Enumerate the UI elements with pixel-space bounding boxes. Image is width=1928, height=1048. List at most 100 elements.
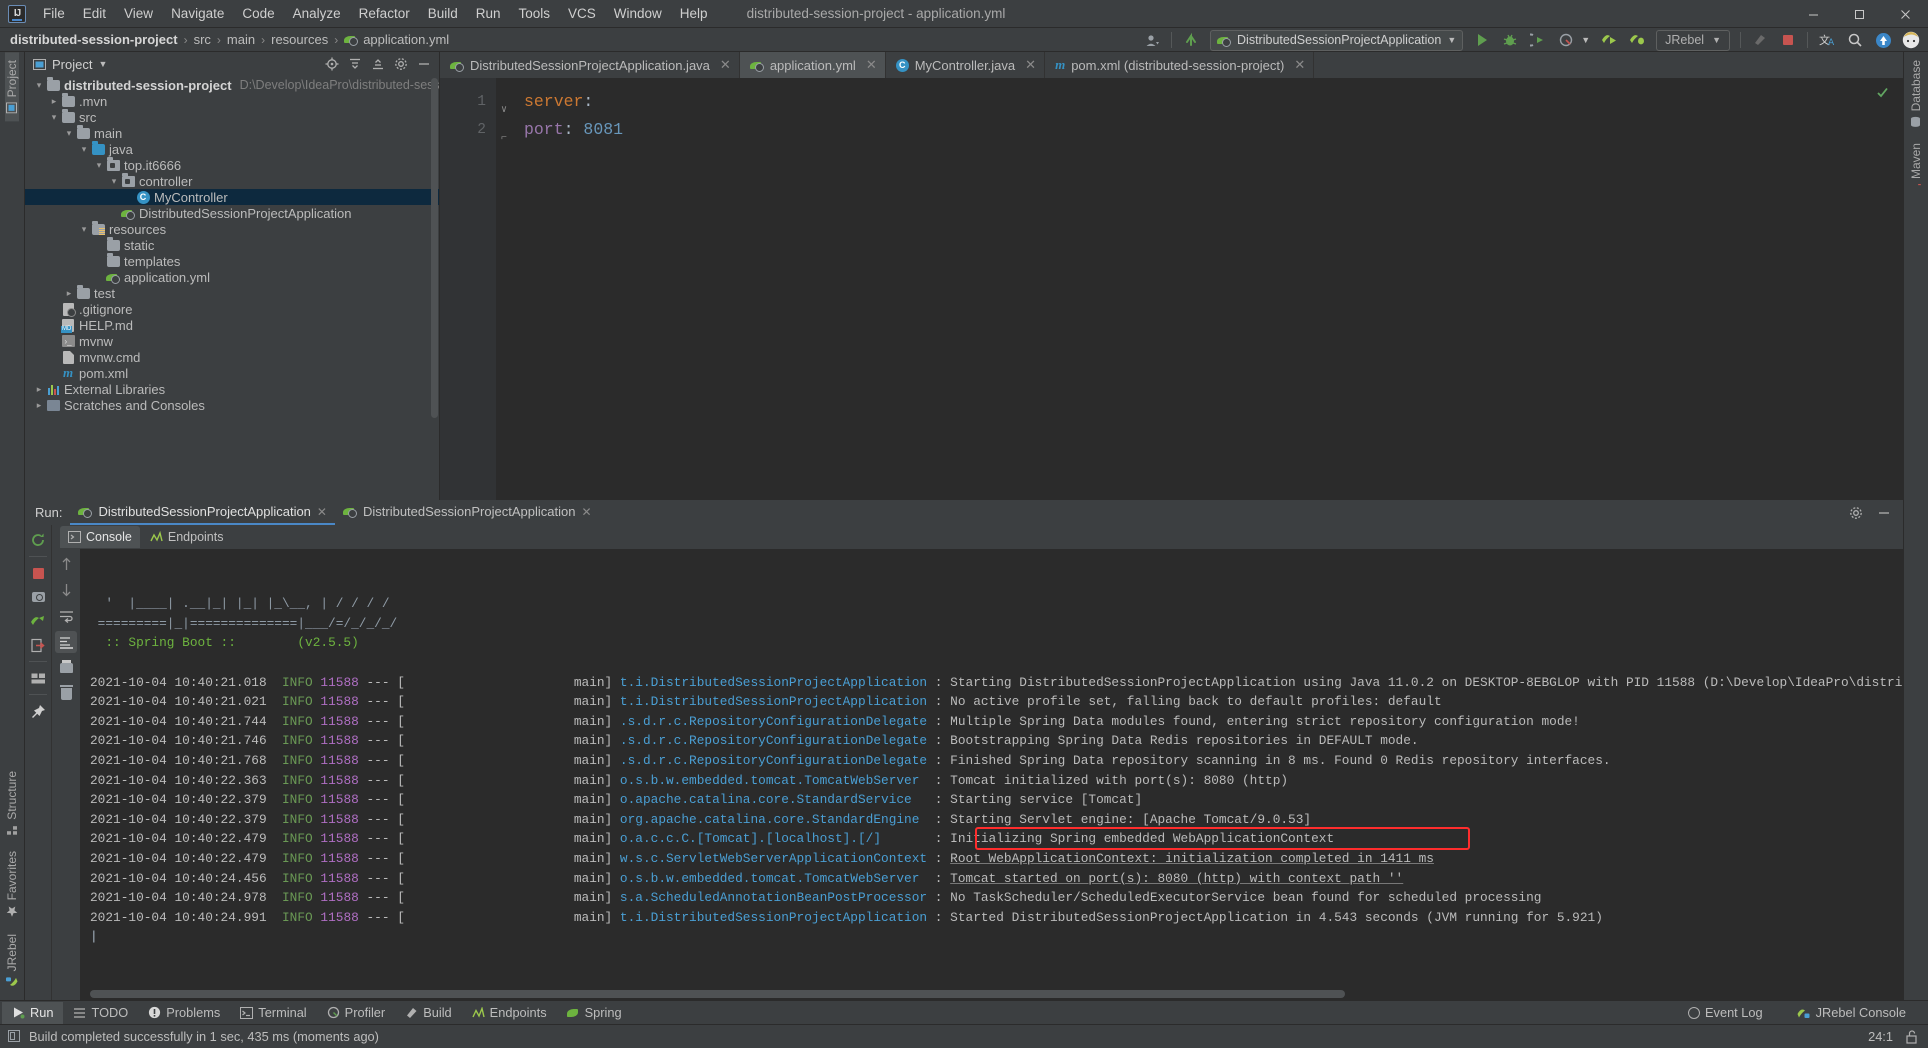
sidebar-item-structure[interactable]: Structure <box>5 763 19 844</box>
caret-position[interactable]: 24:1 <box>1868 1029 1893 1044</box>
chevron-down-icon[interactable]: ▾ <box>78 144 90 155</box>
search-icon[interactable] <box>1842 29 1868 51</box>
fold-marker-icon[interactable]: ∨ <box>498 97 507 116</box>
hide-panel-icon[interactable] <box>413 54 435 74</box>
tree-node-static[interactable]: static <box>25 236 439 253</box>
menu-run[interactable]: Run <box>467 2 510 25</box>
menu-analyze[interactable]: Analyze <box>284 2 350 25</box>
settings-gear-icon[interactable] <box>1843 502 1869 524</box>
build-project-icon[interactable] <box>1747 29 1773 51</box>
tree-node-scratches-and-consoles[interactable]: ▸ Scratches and Consoles <box>25 397 439 413</box>
console-horizontal-scrollbar[interactable] <box>90 990 1345 998</box>
expand-all-icon[interactable] <box>367 54 389 74</box>
unlocked-icon[interactable] <box>1905 1029 1918 1044</box>
tree-node-mvn[interactable]: ▸ .mvn <box>25 92 439 109</box>
close-icon[interactable]: ✕ <box>581 505 591 519</box>
tab-endpoints[interactable]: Endpoints <box>142 526 232 548</box>
sidebar-item-favorites[interactable]: Favorites <box>5 843 19 925</box>
tree-node-pom-xml[interactable]: m pom.xml <box>25 365 439 381</box>
run-tab-0[interactable]: DistributedSessionProjectApplication ✕ <box>70 500 335 525</box>
tree-node-distributed-session-project[interactable]: ▾ distributed-session-project D:\Develop\I… <box>25 76 439 93</box>
close-button[interactable] <box>1882 0 1928 28</box>
update-project-icon[interactable] <box>1870 29 1896 51</box>
menu-build[interactable]: Build <box>419 2 467 25</box>
tab-pom-xml[interactable]: m pom.xml (distributed-session-project) … <box>1045 52 1315 78</box>
chevron-down-icon[interactable]: ▾ <box>33 80 45 91</box>
close-icon[interactable]: ✕ <box>1294 57 1305 73</box>
close-icon[interactable]: ✕ <box>866 57 877 73</box>
profiler-button[interactable] <box>1553 29 1579 51</box>
breadcrumb-application-yml[interactable]: application.yml <box>363 32 449 47</box>
chevron-down-icon[interactable]: ▾ <box>78 224 90 235</box>
chevron-down-icon[interactable]: ▼ <box>1581 35 1590 45</box>
fold-marker-icon[interactable]: ⌐ <box>498 125 507 144</box>
tree-node-application-yml[interactable]: application.yml <box>25 269 439 285</box>
sidebar-item-jrebel[interactable]: JRebel <box>5 926 19 996</box>
tool-window-endpoints[interactable]: Endpoints <box>462 1002 557 1024</box>
tool-window-todo[interactable]: TODO <box>63 1002 138 1024</box>
scroll-to-end-icon[interactable] <box>55 631 77 653</box>
chevron-down-icon[interactable]: ▾ <box>108 176 120 187</box>
tool-window-build[interactable]: Build <box>395 1002 461 1024</box>
tree-node-src[interactable]: ▾ src <box>25 108 439 125</box>
tree-node-distributedsessionprojectapplication[interactable]: DistributedSessionProjectApplication <box>25 205 439 221</box>
breadcrumb-resources[interactable]: resources <box>271 32 328 47</box>
translate-icon[interactable]: 文A <box>1814 29 1840 51</box>
chevron-right-icon[interactable]: ▸ <box>33 384 45 395</box>
sidebar-item-maven[interactable]: m Maven <box>1909 135 1923 203</box>
menu-vcs[interactable]: VCS <box>559 2 605 25</box>
tree-node-mvnw[interactable]: ›_ mvnw <box>25 333 439 349</box>
chevron-right-icon[interactable]: ▸ <box>63 288 75 299</box>
minimize-button[interactable] <box>1790 0 1836 28</box>
debug-button[interactable] <box>1497 29 1523 51</box>
menu-help[interactable]: Help <box>671 2 717 25</box>
scroll-down-icon[interactable] <box>55 579 77 601</box>
tool-window-problems[interactable]: Problems <box>138 1002 230 1024</box>
jrebel-reload-icon[interactable] <box>27 610 49 632</box>
tree-node-java[interactable]: ▾ java <box>25 140 439 157</box>
inspection-status-icon[interactable] <box>1876 86 1889 99</box>
project-tree[interactable]: ▾ distributed-session-project D:\Develop\I… <box>25 76 439 500</box>
export-icon[interactable] <box>27 634 49 656</box>
chevron-down-icon[interactable]: ▼ <box>98 59 107 69</box>
console-output[interactable]: ' |____| .__|_| |_| |_\__, | / / / / ===… <box>80 549 1903 1000</box>
clear-all-icon[interactable] <box>55 683 77 705</box>
tree-node-top-it6666[interactable]: ▾ top.it6666 <box>25 156 439 173</box>
breadcrumb-main[interactable]: main <box>227 32 255 47</box>
breadcrumb-project[interactable]: distributed-session-project <box>10 32 178 47</box>
project-tree-scrollbar[interactable] <box>431 78 438 418</box>
tree-node-help-md[interactable]: HELP.md <box>25 317 439 333</box>
collapse-all-icon[interactable] <box>344 54 366 74</box>
rerun-icon[interactable] <box>27 529 49 551</box>
menu-edit[interactable]: Edit <box>74 2 115 25</box>
tool-window-run[interactable]: Run <box>2 1001 64 1024</box>
tab-distributed-session-project-application-java[interactable]: DistributedSessionProjectApplication.jav… <box>440 52 740 78</box>
chevron-down-icon[interactable]: ▾ <box>48 112 60 123</box>
tree-node-gitignore[interactable]: .gitignore <box>25 301 439 317</box>
jrebel-debug-button[interactable] <box>1624 29 1650 51</box>
tool-window-profiler[interactable]: Profiler <box>317 1002 396 1024</box>
jrebel-run-button[interactable] <box>1596 29 1622 51</box>
chevron-down-icon[interactable]: ▾ <box>93 160 105 171</box>
code-editor[interactable]: 1 ∨ 2 ⌐ server: port: 8081 <box>440 78 1903 500</box>
tab-my-controller-java[interactable]: C MyController.java ✕ <box>886 52 1046 78</box>
jrebel-selector[interactable]: JRebel ▼ <box>1656 29 1730 51</box>
menu-navigate[interactable]: Navigate <box>162 2 233 25</box>
menu-refactor[interactable]: Refactor <box>350 2 419 25</box>
tab-console[interactable]: Console <box>60 526 140 548</box>
stop-button[interactable] <box>1775 29 1801 51</box>
menu-window[interactable]: Window <box>605 2 671 25</box>
editor-content[interactable]: server: port: 8081 <box>496 78 1903 500</box>
chevron-right-icon[interactable]: ▸ <box>33 400 45 411</box>
tool-window-event-log[interactable]: Event Log <box>1678 1002 1773 1024</box>
tree-node-mvnw-cmd[interactable]: mvnw.cmd <box>25 349 439 365</box>
close-icon[interactable]: ✕ <box>317 505 327 519</box>
updates-icon[interactable] <box>1178 29 1204 51</box>
menu-view[interactable]: View <box>115 2 162 25</box>
sidebar-item-project[interactable]: Project <box>5 52 19 122</box>
sidebar-item-database[interactable]: Database <box>1909 52 1923 135</box>
menu-code[interactable]: Code <box>233 2 283 25</box>
tool-window-terminal[interactable]: Terminal <box>230 1002 316 1024</box>
tree-node-templates[interactable]: templates <box>25 252 439 269</box>
avatar-icon[interactable] <box>1898 29 1924 51</box>
